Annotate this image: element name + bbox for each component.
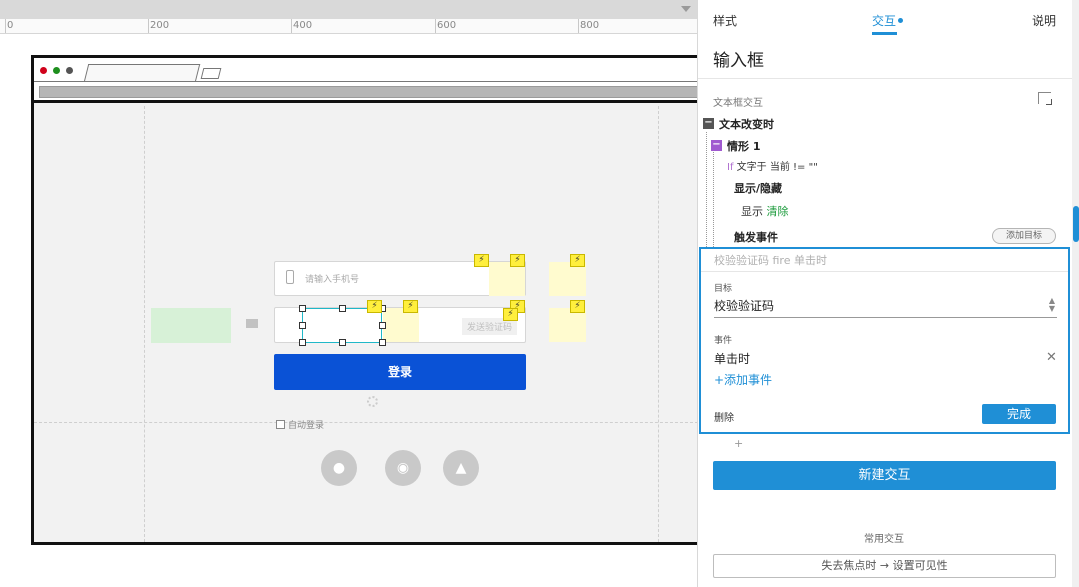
resize-handle[interactable] xyxy=(299,339,306,346)
browser-new-tab xyxy=(200,68,222,79)
phone-icon xyxy=(286,270,294,284)
resize-handle[interactable] xyxy=(339,339,346,346)
action-target: 清除 xyxy=(766,205,789,218)
horizontal-ruler: 0 200 400 600 800 xyxy=(0,19,697,34)
divider xyxy=(698,78,1079,79)
add-target-button[interactable]: 添加目标 xyxy=(992,228,1056,244)
fire-event-editor: 校验验证码 fire 单击时 目标 校验验证码 ▲ ▼ 事件 单击时 ✕ +添加事… xyxy=(699,247,1070,434)
lightning-icon[interactable]: ⚡ xyxy=(474,254,489,267)
tree-line xyxy=(713,152,714,247)
event-name[interactable]: 文本改变时 xyxy=(719,116,774,132)
add-action-icon[interactable]: + xyxy=(734,437,743,450)
close-dot-icon xyxy=(40,67,47,74)
guide-line xyxy=(658,106,659,542)
address-bar xyxy=(39,86,697,98)
action-fire-event[interactable]: 触发事件 xyxy=(734,229,778,245)
delete-link[interactable]: 删除 xyxy=(714,409,734,424)
event-label: 事件 xyxy=(714,336,733,346)
auto-login-label: 自动登录 xyxy=(288,421,325,431)
canvas-area[interactable]: 0 200 400 600 800 请输入手机号 发送验证码 ⚡ ⚡ ⚡ ⚡ ⚡… xyxy=(0,0,697,587)
ruler-label: 0 xyxy=(7,20,14,31)
lightning-icon[interactable]: ⚡ xyxy=(503,308,518,321)
fire-event-summary: 校验验证码 fire 单击时 xyxy=(714,254,827,267)
browser-tab xyxy=(83,64,201,82)
minimize-dot-icon xyxy=(53,67,60,74)
action-detail[interactable]: 显示 清除 xyxy=(741,203,789,219)
auto-login-checkbox[interactable]: 自动登录 xyxy=(276,418,324,431)
properties-panel: 样式 交互 说明 输入框 文本框交互 − 文本改变时 − 情形 1 If 文字于… xyxy=(697,0,1079,587)
resize-handle[interactable] xyxy=(299,322,306,329)
resize-handle[interactable] xyxy=(379,339,386,346)
select-arrows-icon: ▲ ▼ xyxy=(1048,296,1055,313)
scrollbar-thumb[interactable] xyxy=(1073,206,1079,242)
tree-line xyxy=(706,132,707,247)
lightning-icon[interactable]: ⚡ xyxy=(367,300,382,313)
widget-name[interactable]: 输入框 xyxy=(713,46,764,71)
collapse-case-icon[interactable]: − xyxy=(711,140,722,151)
lightning-icon[interactable]: ⚡ xyxy=(403,300,418,313)
lightning-icon[interactable]: ⚡ xyxy=(570,254,585,267)
checkbox-icon[interactable] xyxy=(276,420,285,429)
guide-line xyxy=(34,422,697,423)
lightning-icon[interactable]: ⚡ xyxy=(510,254,525,267)
scrollbar[interactable] xyxy=(1072,0,1079,587)
action-verb: 显示 xyxy=(741,205,763,218)
target-select[interactable]: 校验验证码 ▲ ▼ xyxy=(714,297,1057,318)
ruler-label: 200 xyxy=(150,20,170,31)
weibo-icon[interactable]: ◉ xyxy=(385,450,421,486)
target-label: 目标 xyxy=(714,284,733,294)
login-button[interactable]: 登录 xyxy=(274,354,526,390)
dropdown-caret-icon[interactable] xyxy=(681,6,691,12)
new-interaction-button[interactable]: 新建交互 xyxy=(713,461,1056,490)
ruler-label: 600 xyxy=(437,20,457,31)
case-condition[interactable]: If 文字于 当前 != "" xyxy=(727,158,818,173)
hotspot-zone xyxy=(549,262,586,296)
add-event-link[interactable]: +添加事件 xyxy=(714,371,772,388)
selected-text-field[interactable] xyxy=(302,308,382,343)
common-interaction-item[interactable]: 失去焦点时 → 设置可见性 xyxy=(713,554,1056,578)
browser-frame-widget[interactable]: 请输入手机号 发送验证码 ⚡ ⚡ ⚡ ⚡ ⚡ ⚡ ⚡ ⚡ 登录 自动登录 ● ◉… xyxy=(31,55,697,545)
active-dot-icon xyxy=(898,18,904,23)
envelope-icon xyxy=(246,319,258,328)
hidden-panel xyxy=(151,308,231,343)
phone-placeholder: 请输入手机号 xyxy=(305,275,360,285)
collapse-all-icon[interactable] xyxy=(1038,92,1052,105)
tab-interaction-label: 交互 xyxy=(872,14,897,28)
canvas-top-strip xyxy=(0,0,697,19)
collapse-event-icon[interactable]: − xyxy=(703,118,714,129)
lightning-icon[interactable]: ⚡ xyxy=(570,300,585,313)
divider xyxy=(701,271,1068,272)
hotspot-zone xyxy=(489,262,525,296)
condition-text: 文字于 当前 != "" xyxy=(736,162,818,173)
tab-interaction[interactable]: 交互 xyxy=(872,12,904,29)
event-value[interactable]: 单击时 xyxy=(714,350,750,367)
ruler-label: 800 xyxy=(580,20,600,31)
action-show-hide[interactable]: 显示/隐藏 xyxy=(734,180,782,196)
wechat-icon[interactable]: ● xyxy=(321,450,357,486)
browser-chrome xyxy=(34,58,697,103)
target-value: 校验验证码 xyxy=(714,299,775,313)
browser-separator xyxy=(34,81,697,82)
section-title: 文本框交互 xyxy=(713,98,763,109)
resize-handle[interactable] xyxy=(339,305,346,312)
qq-icon[interactable]: ▲ xyxy=(443,450,479,486)
maximize-dot-icon xyxy=(66,67,73,74)
hotspot-zone xyxy=(549,308,586,342)
close-icon[interactable]: ✕ xyxy=(1046,350,1057,365)
resize-handle[interactable] xyxy=(299,305,306,312)
resize-handle[interactable] xyxy=(379,322,386,329)
condition-keyword: If xyxy=(727,162,734,173)
guide-line xyxy=(144,106,145,542)
gear-icon xyxy=(367,396,378,407)
active-tab-indicator xyxy=(872,32,897,35)
done-button[interactable]: 完成 xyxy=(982,404,1056,424)
tab-notes[interactable]: 说明 xyxy=(1032,12,1056,29)
case-name[interactable]: 情形 1 xyxy=(727,138,760,154)
panel-tabs: 样式 交互 说明 xyxy=(698,0,1079,36)
tab-style[interactable]: 样式 xyxy=(713,12,737,29)
hotspot-zone xyxy=(383,308,419,342)
common-interactions-label: 常用交互 xyxy=(864,534,904,545)
ruler-label: 400 xyxy=(293,20,313,31)
